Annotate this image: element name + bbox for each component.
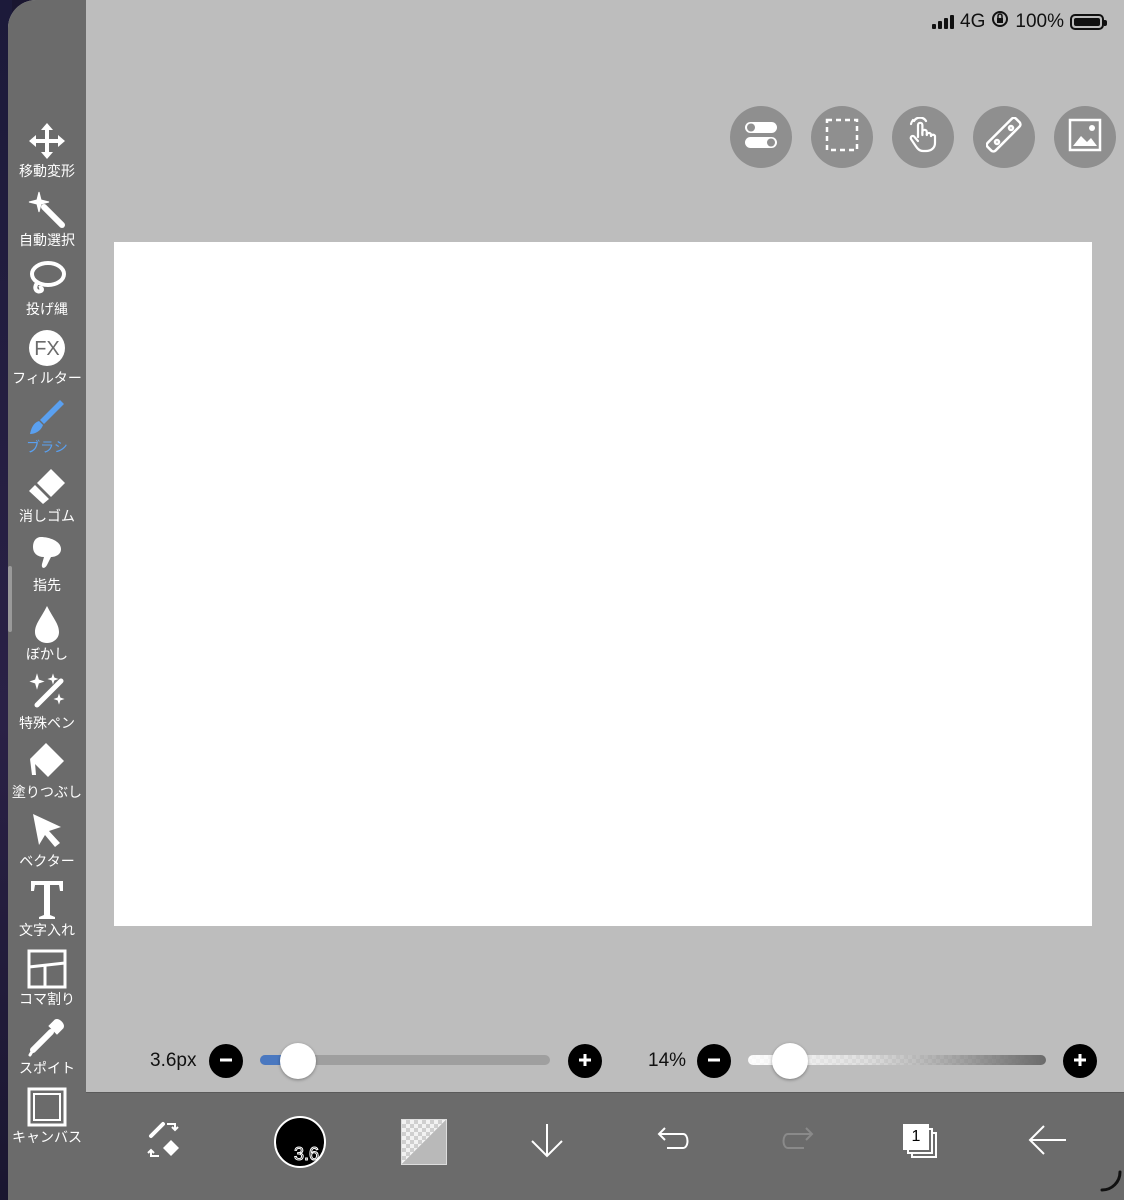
tool-label: 移動変形 [19,164,75,180]
vector-cursor-icon [26,810,68,852]
tool-lasso[interactable]: 投げ縄 [8,258,86,327]
network-label: 4G [960,11,986,32]
tool-brush[interactable]: ブラシ [8,396,86,465]
fill-bucket-icon [26,741,68,783]
brush-size-knob[interactable] [279,1043,316,1079]
blur-drop-icon [26,603,68,645]
opacity-slider: 14% [638,1042,1108,1079]
plus-icon [578,1052,592,1071]
tool-label: キャンバス [12,1130,82,1146]
eraser-icon [26,465,68,507]
tool-label: 自動選択 [19,233,75,249]
color-size-text: 3.6 [293,1144,320,1165]
brush-size-plus-button[interactable] [568,1044,602,1078]
tool-label: ベクター [19,854,75,870]
tool-eraser[interactable]: 消しゴム [8,465,86,534]
tool-auto-select[interactable]: 自動選択 [8,189,86,258]
brush-size-minus-button[interactable] [209,1044,243,1078]
arrow-left-icon [1026,1120,1068,1164]
layers-icon: 1 [899,1120,943,1164]
panel-split-icon [26,948,68,990]
tool-move-transform[interactable]: 移動変形 [8,120,86,189]
text-t-icon [26,879,68,921]
pen-eraser-swap-button[interactable] [128,1107,198,1177]
ruler-button[interactable] [973,106,1035,168]
tool-blur[interactable]: ぼかし [8,603,86,672]
tool-vector[interactable]: ベクター [8,810,86,879]
layer-count: 1 [903,1124,929,1150]
material-image-button[interactable] [1054,106,1116,168]
minus-icon [219,1052,233,1071]
minus-icon [707,1052,721,1071]
tool-label: フィルター [12,371,82,387]
toggle-settings-icon [744,120,778,154]
opacity-preview-swatch [401,1119,447,1165]
tool-label: 文字入れ [19,923,75,939]
toggle-settings-button[interactable] [730,106,792,168]
battery-icon [1070,14,1107,30]
finger-smudge-icon [26,534,68,576]
pen-eraser-swap-icon [141,1118,185,1166]
selection-button[interactable] [811,106,873,168]
resize-corner-icon [1100,1170,1122,1196]
redo-button[interactable] [763,1107,833,1177]
material-image-icon [1068,118,1102,156]
tool-label: 消しゴム [19,509,75,525]
tool-label: 塗りつぶし [11,785,83,801]
layer-down-button[interactable] [512,1107,582,1177]
status-bar: 4G 100% [932,10,1107,34]
plus-icon [1073,1052,1087,1071]
rotation-lock-icon [991,10,1009,34]
magic-wand-icon [26,189,68,231]
ruler-icon [985,116,1022,157]
tool-smudge[interactable]: 指先 [8,534,86,603]
fx-filter-icon: FX [26,327,68,369]
color-circle: 3.6 [274,1116,326,1168]
brush-opacity-preview-button[interactable] [389,1107,459,1177]
drawing-canvas[interactable] [114,242,1092,926]
touch-gesture-button[interactable] [892,106,954,168]
signal-bars-icon [932,15,955,29]
tool-label: 指先 [33,578,61,594]
tool-filter[interactable]: FX フィルター [8,327,86,396]
touch-gesture-icon [905,116,941,157]
battery-percent: 100% [1015,11,1064,32]
redo-icon [778,1120,818,1164]
tool-label: ぼかし [26,647,68,663]
undo-button[interactable] [638,1107,708,1177]
opacity-value: 14% [648,1050,687,1071]
eyedropper-icon [26,1017,68,1059]
lasso-icon [26,258,68,300]
brush-icon [26,396,68,438]
tool-special-pen[interactable]: 特殊ペン [8,672,86,741]
tool-label: 投げ縄 [26,302,68,318]
undo-icon [653,1120,693,1164]
tool-label: コマ割り [19,992,75,1008]
tool-panel[interactable]: コマ割り [8,948,86,1017]
layers-button[interactable]: 1 [886,1107,956,1177]
brush-size-slider: 3.6px [138,1042,608,1079]
tool-label: スポイト [19,1061,75,1077]
tool-label: ブラシ [26,440,68,456]
bottom-toolbar: 3.6 1 [86,1092,1124,1200]
arrow-down-icon [527,1120,567,1164]
canvas-square-icon [26,1086,68,1128]
color-brush-preview-button[interactable]: 3.6 [265,1107,335,1177]
app-window: 移動変形 自動選択 投げ縄 FX フィルター ブラシ 消しゴム 指先 ぼかし 特… [8,0,1124,1200]
opacity-plus-button[interactable] [1063,1044,1097,1078]
opacity-minus-button[interactable] [697,1044,731,1078]
tool-sidebar: 移動変形 自動選択 投げ縄 FX フィルター ブラシ 消しゴム 指先 ぼかし 特… [8,0,86,1200]
opacity-knob[interactable] [771,1043,808,1079]
fx-text: FX [34,338,60,360]
brush-size-value: 3.6px [150,1050,197,1071]
tool-canvas[interactable]: キャンバス [8,1086,86,1155]
special-pen-icon [26,672,68,714]
tool-label: 特殊ペン [19,716,75,732]
move-arrows-icon [26,120,68,162]
tool-text[interactable]: 文字入れ [8,879,86,948]
tool-eyedropper[interactable]: スポイト [8,1017,86,1086]
back-button[interactable] [1012,1107,1082,1177]
selection-icon [825,118,859,156]
tool-fill[interactable]: 塗りつぶし [8,741,86,810]
